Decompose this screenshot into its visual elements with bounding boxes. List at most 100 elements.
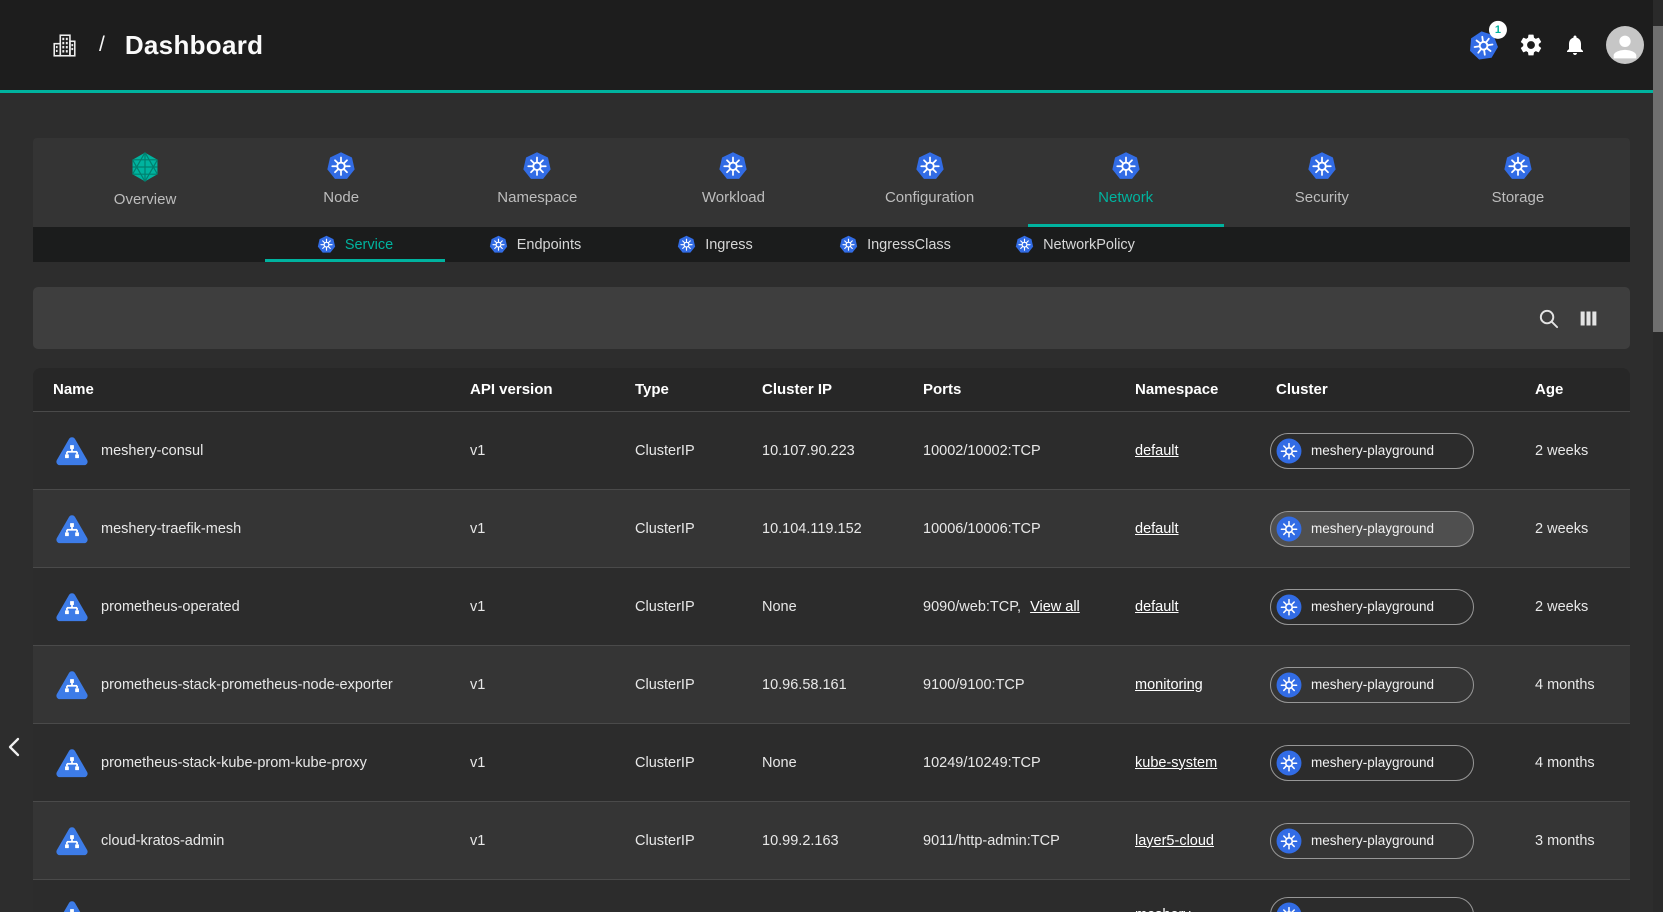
- service-name: prometheus-operated: [101, 599, 240, 615]
- column-header-cluster-ip[interactable]: Cluster IP: [762, 381, 923, 398]
- tab-namespace[interactable]: Namespace: [439, 138, 635, 227]
- service-icon: [53, 510, 91, 548]
- ports: 10006/10006:TCP: [923, 521, 1041, 537]
- column-header-name[interactable]: Name: [53, 381, 470, 398]
- subtab-networkpolicy[interactable]: NetworkPolicy: [985, 227, 1165, 262]
- view-columns-icon: [1578, 308, 1599, 329]
- namespace-link[interactable]: default: [1135, 521, 1179, 537]
- column-header-type[interactable]: Type: [635, 381, 762, 398]
- namespace-link[interactable]: default: [1135, 599, 1179, 615]
- ports: 9100/9100:TCP: [923, 677, 1025, 693]
- table-row[interactable]: prometheus-stack-kube-prom-kube-proxy v1…: [33, 723, 1630, 801]
- table-row[interactable]: cloud-kratos-admin v1 ClusterIP 10.99.2.…: [33, 801, 1630, 879]
- settings-button[interactable]: [1518, 32, 1544, 58]
- network-subtabs: Service Endpoints Ingress IngressClass N…: [33, 227, 1630, 262]
- tab-overview[interactable]: Overview: [47, 138, 243, 227]
- subtab-ingressclass[interactable]: IngressClass: [805, 227, 985, 262]
- age: 4 months: [1535, 677, 1630, 693]
- gear-icon: [1518, 32, 1544, 58]
- ports: 9090/web:TCP,: [923, 599, 1021, 615]
- view-all-ports-link[interactable]: View all: [1030, 599, 1080, 615]
- namespace-link[interactable]: layer5-cloud: [1135, 833, 1214, 849]
- tab-network[interactable]: Network: [1028, 138, 1224, 227]
- subtab-service[interactable]: Service: [265, 227, 445, 262]
- service-name-cell: meshery-consul: [53, 432, 470, 470]
- namespace-link[interactable]: default: [1135, 443, 1179, 459]
- notifications-button[interactable]: [1563, 33, 1587, 57]
- subtab-endpoints[interactable]: Endpoints: [445, 227, 625, 262]
- search-icon: [1537, 307, 1560, 330]
- table-row[interactable]: prometheus-operated v1 ClusterIP None 90…: [33, 567, 1630, 645]
- api-version: v1: [470, 755, 635, 771]
- service-name: prometheus-stack-kube-prom-kube-proxy: [101, 755, 367, 771]
- namespace-link[interactable]: monitoring: [1135, 677, 1203, 693]
- cluster-ip: 10.99.2.163: [762, 833, 923, 849]
- service-name-cell: cloud-kratos-admin: [53, 822, 470, 860]
- column-header-ports[interactable]: Ports: [923, 381, 1135, 398]
- api-version: v1: [470, 677, 635, 693]
- tab-node[interactable]: Node: [243, 138, 439, 227]
- service-icon: [53, 744, 91, 782]
- collapse-panel-button[interactable]: [2, 730, 28, 764]
- organization-icon[interactable]: [50, 31, 79, 60]
- service-name: meshery-traefik-mesh: [101, 521, 241, 537]
- tab-workload[interactable]: Workload: [635, 138, 831, 227]
- api-version: v1: [470, 443, 635, 459]
- tab-storage[interactable]: Storage: [1420, 138, 1616, 227]
- service-type: ClusterIP: [635, 833, 762, 849]
- service-name-cell: [53, 896, 470, 912]
- table-row-partial[interactable]: meshery: [33, 879, 1630, 912]
- table-header-row: Name API version Type Cluster IP Ports N…: [33, 368, 1630, 411]
- table-row[interactable]: prometheus-stack-prometheus-node-exporte…: [33, 645, 1630, 723]
- scrollbar-thumb[interactable]: [1653, 26, 1663, 332]
- kubernetes-icon: [1276, 594, 1302, 620]
- cluster-ip: None: [762, 599, 923, 615]
- namespace-link[interactable]: kube-system: [1135, 755, 1217, 771]
- table-toolbar: [33, 287, 1630, 349]
- ports: 10002/10002:TCP: [923, 443, 1041, 459]
- kubernetes-icon: [1276, 902, 1302, 912]
- tab-configuration[interactable]: Configuration: [832, 138, 1028, 227]
- kubernetes-icon: [1503, 151, 1533, 181]
- kubernetes-icon: [1276, 672, 1302, 698]
- cluster-chip[interactable]: meshery-playground: [1270, 745, 1474, 781]
- column-header-api-version[interactable]: API version: [470, 381, 635, 398]
- meshery-logo-icon: [129, 151, 161, 183]
- age: 2 weeks: [1535, 599, 1630, 615]
- table-row[interactable]: meshery-consul v1 ClusterIP 10.107.90.22…: [33, 411, 1630, 489]
- user-avatar[interactable]: [1606, 26, 1644, 64]
- kubernetes-context-button[interactable]: 1: [1466, 27, 1501, 62]
- tab-security[interactable]: Security: [1224, 138, 1420, 227]
- header-accent-divider: [0, 90, 1663, 93]
- subtab-ingress[interactable]: Ingress: [625, 227, 805, 262]
- context-count-badge: 1: [1489, 20, 1507, 38]
- service-type: ClusterIP: [635, 599, 762, 615]
- cluster-chip[interactable]: meshery-playground: [1270, 433, 1474, 469]
- api-version: v1: [470, 833, 635, 849]
- age: 3 months: [1535, 833, 1630, 849]
- cluster-chip[interactable]: meshery-playground: [1270, 823, 1474, 859]
- subtabs-inner: Service Endpoints Ingress IngressClass N…: [265, 227, 1165, 262]
- kubernetes-icon: [677, 235, 696, 254]
- service-type: ClusterIP: [635, 755, 762, 771]
- api-version: v1: [470, 521, 635, 537]
- view-columns-button[interactable]: [1578, 308, 1599, 329]
- column-header-cluster[interactable]: Cluster: [1270, 381, 1535, 398]
- column-header-age[interactable]: Age: [1535, 381, 1630, 398]
- service-icon: [53, 432, 91, 470]
- kubernetes-icon: [915, 151, 945, 181]
- cluster-chip[interactable]: [1270, 897, 1474, 912]
- table-row[interactable]: meshery-traefik-mesh v1 ClusterIP 10.104…: [33, 489, 1630, 567]
- service-name-cell: prometheus-stack-kube-prom-kube-proxy: [53, 744, 470, 782]
- service-type: ClusterIP: [635, 521, 762, 537]
- column-header-namespace[interactable]: Namespace: [1135, 381, 1270, 398]
- service-icon: [53, 588, 91, 626]
- person-icon: [1608, 30, 1642, 64]
- kubernetes-icon: [1015, 235, 1034, 254]
- cluster-chip[interactable]: meshery-playground: [1270, 667, 1474, 703]
- cluster-chip[interactable]: meshery-playground: [1270, 589, 1474, 625]
- header-actions: 1: [1468, 26, 1663, 64]
- namespace-link[interactable]: meshery: [1135, 907, 1191, 912]
- cluster-chip[interactable]: meshery-playground: [1270, 511, 1474, 547]
- search-button[interactable]: [1537, 307, 1560, 330]
